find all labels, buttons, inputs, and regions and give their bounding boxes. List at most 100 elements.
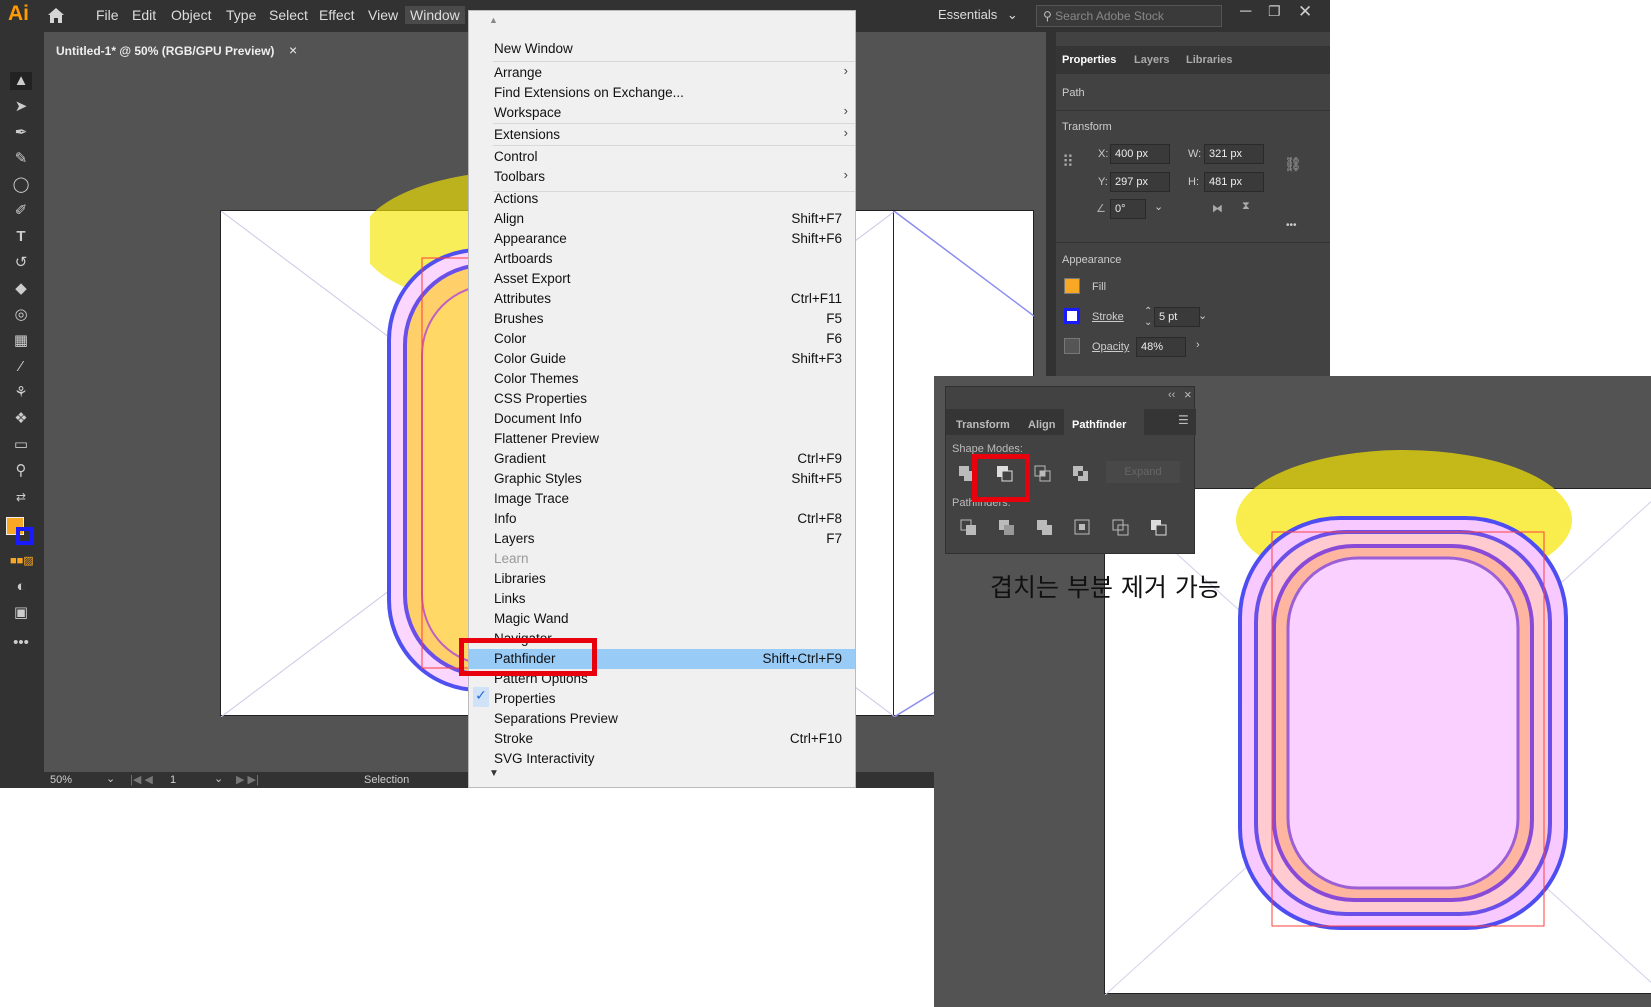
stroke-swatch[interactable]: [16, 527, 34, 545]
opacity-icon[interactable]: [1064, 338, 1080, 354]
menu-item-svg-interactivity[interactable]: SVG Interactivity: [469, 749, 855, 769]
workspace-switcher[interactable]: Essentials ⌄: [938, 7, 1018, 23]
eyedropper-tool-icon[interactable]: ⁄: [10, 358, 32, 376]
artboard-tool-icon[interactable]: ▭: [10, 436, 32, 454]
close-tab-icon[interactable]: ×: [289, 42, 297, 58]
eraser-tool-icon[interactable]: ◆: [10, 280, 32, 298]
direct-selection-tool-icon[interactable]: ➤: [10, 98, 32, 116]
prev-page-icon[interactable]: |◀ ◀: [130, 773, 153, 786]
menu-edit[interactable]: Edit: [132, 7, 156, 23]
more-tools-icon[interactable]: •••: [10, 634, 32, 652]
zoom-tool-icon[interactable]: ⚲: [10, 462, 32, 480]
rotate-tool-icon[interactable]: ↺: [10, 254, 32, 272]
tab-transform[interactable]: Transform: [956, 419, 1010, 431]
trim-icon[interactable]: [998, 519, 1016, 537]
outline-icon[interactable]: [1112, 519, 1130, 537]
gradient-tool-icon[interactable]: ▦: [10, 332, 32, 350]
panel-menu-icon[interactable]: ☰: [1178, 413, 1189, 427]
restore-icon[interactable]: ❐: [1268, 3, 1281, 20]
ellipse-tool-icon[interactable]: ◯: [10, 176, 32, 194]
menu-item-color-themes[interactable]: Color Themes: [469, 369, 855, 389]
collapse-panel-icon[interactable]: ‹‹: [1168, 389, 1175, 401]
inset-artwork[interactable]: [1234, 428, 1651, 938]
more-options-icon[interactable]: •••: [1286, 220, 1297, 231]
chevron-right-icon[interactable]: ›: [1196, 339, 1200, 351]
chevron-down-icon[interactable]: ⌄: [1154, 200, 1163, 213]
menu-type[interactable]: Type: [226, 7, 256, 23]
h-input[interactable]: 481 px: [1204, 172, 1264, 192]
stroke-color-swatch[interactable]: [1064, 308, 1080, 324]
type-tool-icon[interactable]: T: [10, 228, 32, 246]
minimize-icon[interactable]: ─: [1240, 3, 1251, 21]
tab-pathfinder[interactable]: Pathfinder: [1072, 419, 1126, 431]
draw-mode-icon[interactable]: ◐: [10, 578, 32, 596]
opacity-input[interactable]: 48%: [1136, 337, 1186, 357]
chevron-down-icon[interactable]: ⌄: [106, 772, 115, 785]
menu-effect[interactable]: Effect: [319, 7, 355, 23]
x-input[interactable]: 400 px: [1110, 144, 1170, 164]
color-mode-icon[interactable]: ■■▨: [10, 552, 34, 570]
menu-item-artboards[interactable]: Artboards: [469, 249, 855, 269]
menu-item-color[interactable]: Color F6: [469, 329, 855, 349]
paintbrush-tool-icon[interactable]: ✐: [10, 202, 32, 220]
swap-fill-stroke-icon[interactable]: ⇄: [10, 488, 32, 506]
symbol-sprayer-tool-icon[interactable]: ❖: [10, 410, 32, 428]
blend-tool-icon[interactable]: ⚘: [10, 384, 32, 402]
chevron-down-icon[interactable]: ⌄: [214, 772, 223, 785]
stroke-stepper-icon[interactable]: ⌃ ⌄: [1144, 306, 1152, 328]
menu-item-links[interactable]: Links: [469, 589, 855, 609]
close-panel-icon[interactable]: ×: [1184, 387, 1192, 402]
menu-item-align[interactable]: Align Shift+F7: [469, 209, 855, 229]
search-stock-field[interactable]: ⚲ Search Adobe Stock: [1036, 5, 1222, 27]
menu-item-graphic-styles[interactable]: Graphic Styles Shift+F5: [469, 469, 855, 489]
constrain-proportions-icon[interactable]: ⛓: [1284, 156, 1302, 173]
menu-window[interactable]: Window: [405, 6, 465, 24]
menu-item-attributes[interactable]: Attributes Ctrl+F11: [469, 289, 855, 309]
home-icon[interactable]: [46, 6, 66, 27]
menu-item-appearance[interactable]: Appearance Shift+F6: [469, 229, 855, 249]
flip-horizontal-icon[interactable]: ⧓: [1212, 202, 1223, 215]
menu-item-libraries[interactable]: Libraries: [469, 569, 855, 589]
menu-item-css-properties[interactable]: CSS Properties: [469, 389, 855, 409]
menu-item-layers[interactable]: Layers F7: [469, 529, 855, 549]
curvature-tool-icon[interactable]: ✎: [10, 150, 32, 168]
tab-libraries[interactable]: Libraries: [1186, 54, 1232, 66]
divide-icon[interactable]: [960, 519, 978, 537]
menu-item-toolbars[interactable]: Toolbars ›: [469, 167, 855, 187]
exclude-icon[interactable]: [1072, 465, 1090, 483]
menu-item-gradient[interactable]: Gradient Ctrl+F9: [469, 449, 855, 469]
scroll-up-icon[interactable]: ▲: [489, 15, 498, 25]
stroke-weight-input[interactable]: 5 pt: [1154, 307, 1200, 327]
next-page-icon[interactable]: ▶ ▶|: [236, 773, 259, 786]
menu-item-magic-wand[interactable]: Magic Wand: [469, 609, 855, 629]
zoom-level[interactable]: 50%: [50, 774, 72, 786]
opacity-label[interactable]: Opacity: [1092, 341, 1129, 353]
menu-item-control[interactable]: Control: [469, 147, 855, 167]
page-number[interactable]: 1: [170, 774, 176, 786]
menu-view[interactable]: View: [368, 7, 398, 23]
minus-back-icon[interactable]: [1150, 519, 1168, 537]
rotate-input[interactable]: 0°: [1110, 199, 1146, 219]
selection-tool-icon[interactable]: ▲: [10, 72, 32, 90]
pen-tool-icon[interactable]: ✒: [10, 124, 32, 142]
menu-item-brushes[interactable]: Brushes F5: [469, 309, 855, 329]
menu-item-separations-preview[interactable]: Separations Preview: [469, 709, 855, 729]
menu-item-workspace[interactable]: Workspace ›: [469, 103, 855, 123]
chevron-down-icon[interactable]: ⌄: [1198, 309, 1207, 322]
menu-item-actions[interactable]: Actions: [469, 189, 855, 209]
menu-item-info[interactable]: Info Ctrl+F8: [469, 509, 855, 529]
merge-icon[interactable]: [1036, 519, 1054, 537]
menu-item-properties[interactable]: ✓ Properties: [469, 687, 855, 709]
menu-object[interactable]: Object: [171, 7, 211, 23]
menu-item-flattener-preview[interactable]: Flattener Preview: [469, 429, 855, 449]
crop-icon[interactable]: [1074, 519, 1092, 537]
screen-mode-icon[interactable]: ▣: [10, 604, 32, 622]
menu-item-find-extensions-on-exchange[interactable]: Find Extensions on Exchange...: [469, 83, 855, 103]
y-input[interactable]: 297 px: [1110, 172, 1170, 192]
menu-item-document-info[interactable]: Document Info: [469, 409, 855, 429]
scroll-down-icon[interactable]: ▼: [489, 768, 499, 779]
tab-properties[interactable]: Properties: [1062, 54, 1116, 66]
menu-item-asset-export[interactable]: Asset Export: [469, 269, 855, 289]
stroke-label[interactable]: Stroke: [1092, 311, 1124, 323]
fill-color-swatch[interactable]: [1064, 278, 1080, 294]
